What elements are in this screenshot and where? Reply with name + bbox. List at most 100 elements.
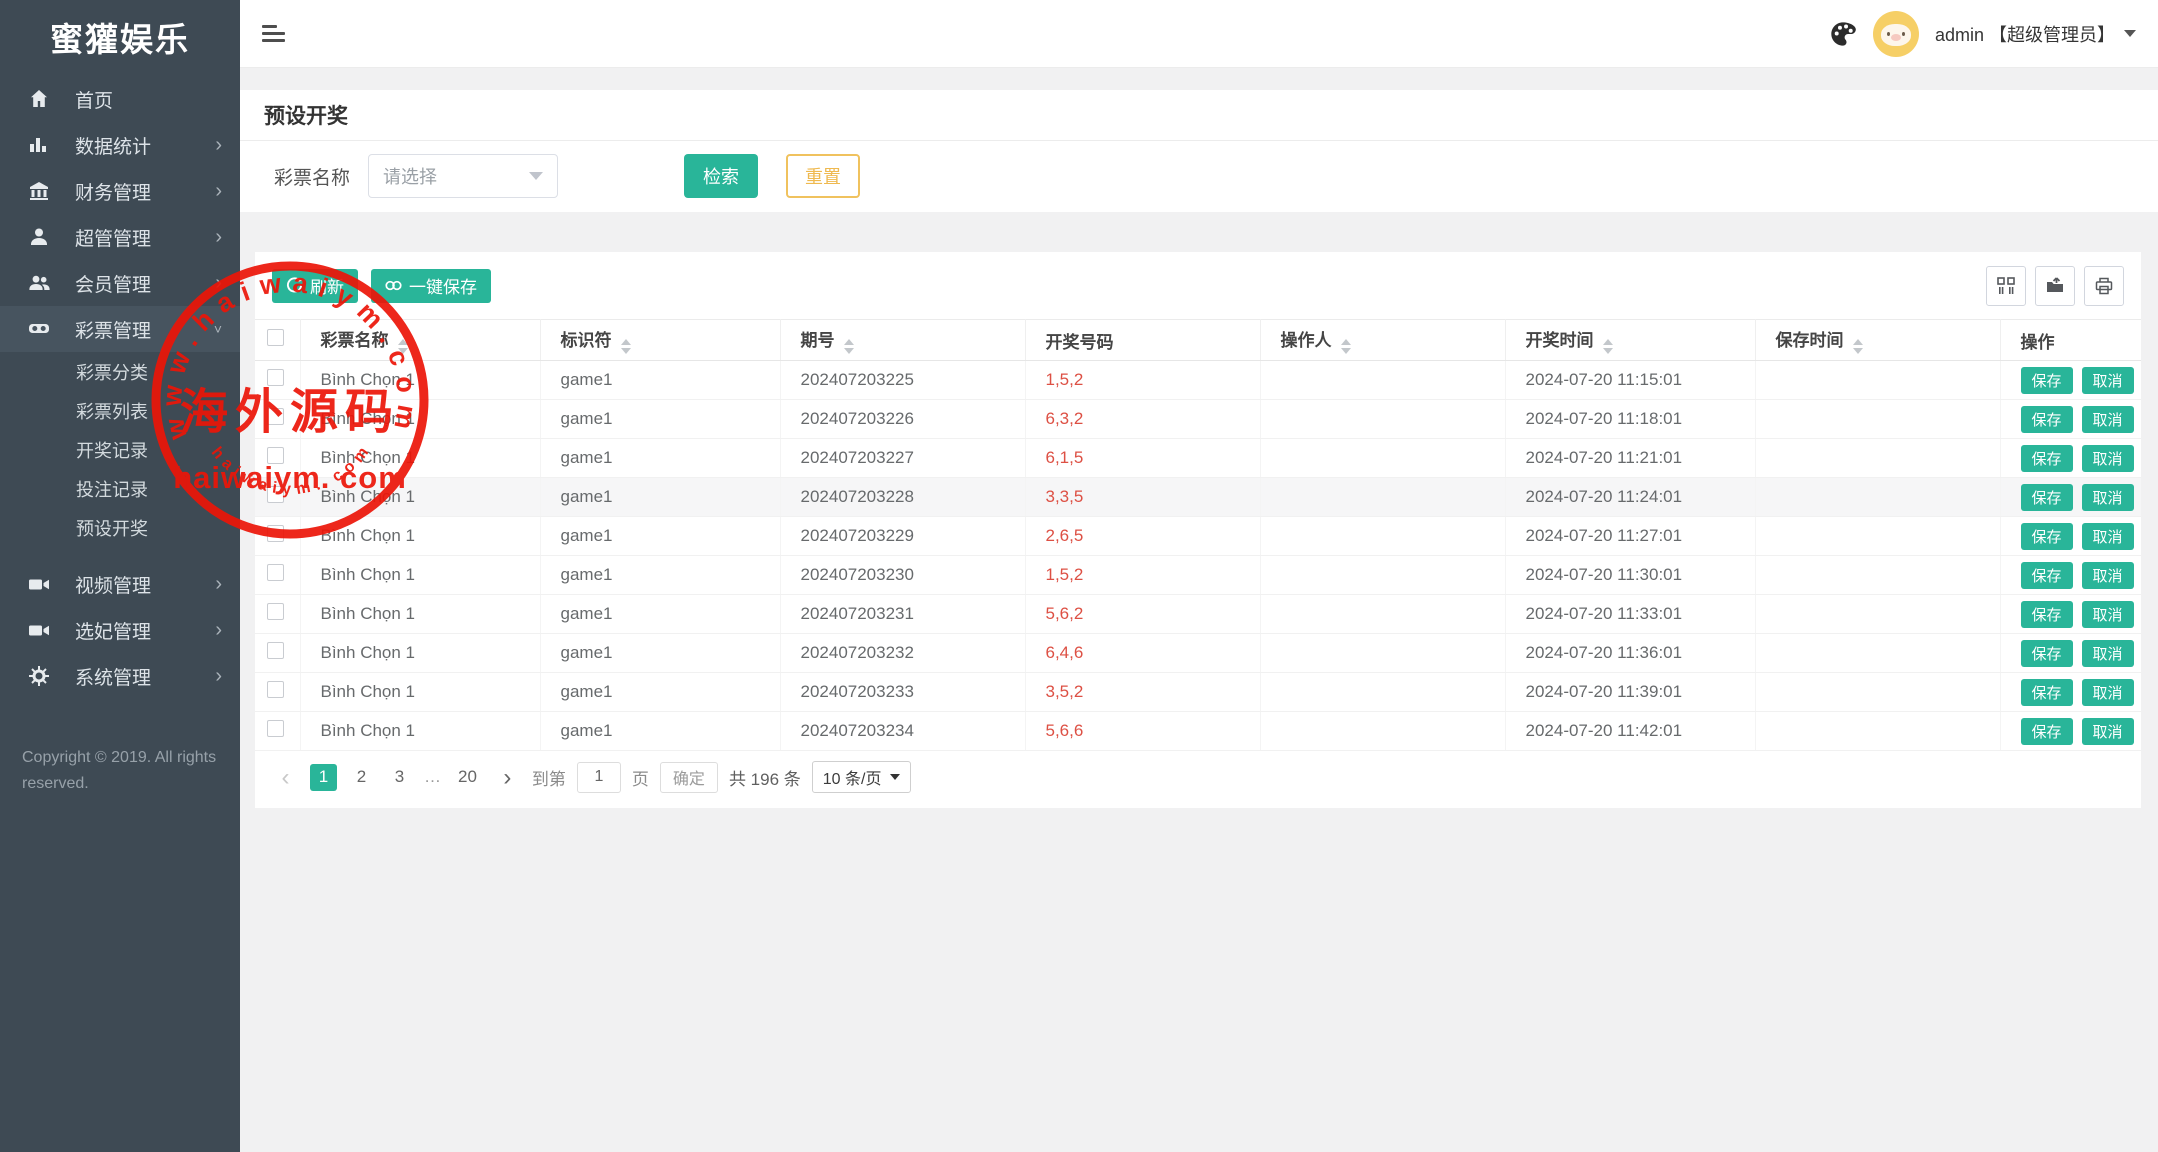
select-all-checkbox[interactable] bbox=[267, 329, 284, 346]
chevron-right-icon: › bbox=[215, 227, 222, 247]
sort-icon[interactable] bbox=[398, 339, 408, 354]
lottery-icon bbox=[28, 318, 50, 340]
row-checkbox[interactable] bbox=[267, 408, 284, 425]
row-save-button[interactable]: 保存 bbox=[2021, 523, 2073, 550]
cell-save-time bbox=[1755, 712, 2000, 751]
page-button-2[interactable]: 2 bbox=[348, 764, 375, 791]
row-save-button[interactable]: 保存 bbox=[2021, 679, 2073, 706]
row-checkbox[interactable] bbox=[267, 447, 284, 464]
row-save-button[interactable]: 保存 bbox=[2021, 562, 2073, 589]
user-menu[interactable]: admin 【超级管理员】 bbox=[1935, 21, 2136, 47]
row-checkbox[interactable] bbox=[267, 720, 284, 737]
sidebar-item-statistics[interactable]: 数据统计 › bbox=[0, 122, 240, 168]
sidebar-subitem-bet-records[interactable]: 投注记录 bbox=[0, 469, 240, 508]
sort-icon[interactable] bbox=[1341, 339, 1351, 354]
row-save-button[interactable]: 保存 bbox=[2021, 406, 2073, 433]
batch-save-button[interactable]: 一键保存 bbox=[371, 269, 491, 303]
refresh-button[interactable]: 刷新 bbox=[272, 269, 358, 303]
row-save-button[interactable]: 保存 bbox=[2021, 367, 2073, 394]
lottery-name-select[interactable]: 请选择 bbox=[368, 154, 558, 198]
col-header-save-time[interactable]: 保存时间 bbox=[1755, 320, 2000, 361]
cell-draw-numbers: 1,5,2 bbox=[1025, 556, 1260, 595]
subitem-label: 彩票列表 bbox=[76, 398, 148, 424]
table-row: Bình Chọn 1game12024072032315,6,22024-07… bbox=[255, 595, 2141, 634]
row-cancel-button[interactable]: 取消 bbox=[2082, 601, 2134, 628]
columns-toggle-button[interactable] bbox=[1986, 266, 2026, 306]
sidebar-item-system[interactable]: 系统管理 › bbox=[0, 653, 240, 699]
cell-actions: 保存取消 bbox=[2000, 673, 2141, 712]
cell-draw-numbers: 6,4,6 bbox=[1025, 634, 1260, 673]
col-header-identifier[interactable]: 标识符 bbox=[540, 320, 780, 361]
export-button[interactable] bbox=[2035, 266, 2075, 306]
sidebar-item-video[interactable]: 视频管理 › bbox=[0, 561, 240, 607]
row-cancel-button[interactable]: 取消 bbox=[2082, 445, 2134, 472]
row-checkbox-cell bbox=[255, 712, 300, 751]
row-checkbox[interactable] bbox=[267, 603, 284, 620]
row-cancel-button[interactable]: 取消 bbox=[2082, 718, 2134, 745]
sidebar-item-label: 数据统计 bbox=[75, 132, 151, 159]
row-checkbox[interactable] bbox=[267, 642, 284, 659]
total-count: 共 196 条 bbox=[729, 765, 801, 790]
cell-draw-time: 2024-07-20 11:27:01 bbox=[1505, 517, 1755, 556]
sidebar-item-label: 会员管理 bbox=[75, 270, 151, 297]
row-cancel-button[interactable]: 取消 bbox=[2082, 484, 2134, 511]
sidebar-toggle-icon[interactable] bbox=[262, 21, 288, 46]
row-cancel-button[interactable]: 取消 bbox=[2082, 406, 2134, 433]
row-checkbox[interactable] bbox=[267, 681, 284, 698]
row-checkbox[interactable] bbox=[267, 486, 284, 503]
search-button[interactable]: 检索 bbox=[684, 154, 758, 198]
row-save-button[interactable]: 保存 bbox=[2021, 445, 2073, 472]
sidebar-subitem-preset-draw[interactable]: 预设开奖 bbox=[0, 508, 240, 547]
row-checkbox[interactable] bbox=[267, 369, 284, 386]
sort-icon[interactable] bbox=[844, 339, 854, 354]
sidebar-item-home[interactable]: 首页 bbox=[0, 76, 240, 122]
sort-icon[interactable] bbox=[621, 339, 631, 354]
col-header-operator[interactable]: 操作人 bbox=[1260, 320, 1505, 361]
row-cancel-button[interactable]: 取消 bbox=[2082, 523, 2134, 550]
reset-button[interactable]: 重置 bbox=[786, 154, 860, 198]
row-checkbox[interactable] bbox=[267, 564, 284, 581]
sidebar-subitem-draw-records[interactable]: 开奖记录 bbox=[0, 430, 240, 469]
sidebar-subitem-lottery-list[interactable]: 彩票列表 bbox=[0, 391, 240, 430]
col-header-draw-time[interactable]: 开奖时间 bbox=[1505, 320, 1755, 361]
sidebar-item-concubine[interactable]: 选妃管理 › bbox=[0, 607, 240, 653]
page-button-3[interactable]: 3 bbox=[386, 764, 413, 791]
sort-icon[interactable] bbox=[1853, 339, 1863, 354]
sidebar-item-finance[interactable]: 财务管理 › bbox=[0, 168, 240, 214]
sidebar-item-superadmin[interactable]: 超管管理 › bbox=[0, 214, 240, 260]
cell-save-time bbox=[1755, 556, 2000, 595]
col-header-issue[interactable]: 期号 bbox=[780, 320, 1025, 361]
row-cancel-button[interactable]: 取消 bbox=[2082, 367, 2134, 394]
gear-icon bbox=[28, 665, 50, 687]
sidebar-item-lottery[interactable]: 彩票管理 ˅ bbox=[0, 306, 240, 352]
theme-palette-icon[interactable] bbox=[1829, 20, 1857, 48]
row-cancel-button[interactable]: 取消 bbox=[2082, 640, 2134, 667]
print-button[interactable] bbox=[2084, 266, 2124, 306]
sidebar-item-members[interactable]: 会员管理 › bbox=[0, 260, 240, 306]
cell-identifier: game1 bbox=[540, 556, 780, 595]
row-save-button[interactable]: 保存 bbox=[2021, 640, 2073, 667]
prev-page-button[interactable]: ‹ bbox=[272, 764, 299, 791]
goto-page-input[interactable] bbox=[577, 762, 621, 793]
page-size-select[interactable]: 10 条/页 bbox=[812, 761, 912, 793]
sort-icon[interactable] bbox=[1603, 339, 1613, 354]
row-save-button[interactable]: 保存 bbox=[2021, 484, 2073, 511]
row-cancel-button[interactable]: 取消 bbox=[2082, 679, 2134, 706]
row-checkbox[interactable] bbox=[267, 525, 284, 542]
cell-draw-numbers: 5,6,2 bbox=[1025, 595, 1260, 634]
page-button-1[interactable]: 1 bbox=[310, 764, 337, 791]
cell-operator bbox=[1260, 517, 1505, 556]
cell-issue: 202407203231 bbox=[780, 595, 1025, 634]
chevron-right-icon: › bbox=[215, 666, 222, 686]
goto-confirm-button[interactable]: 确定 bbox=[660, 762, 718, 793]
cell-identifier: game1 bbox=[540, 478, 780, 517]
col-header-lottery-name[interactable]: 彩票名称 bbox=[300, 320, 540, 361]
row-cancel-button[interactable]: 取消 bbox=[2082, 562, 2134, 589]
cell-draw-time: 2024-07-20 11:36:01 bbox=[1505, 634, 1755, 673]
avatar[interactable] bbox=[1873, 11, 1919, 57]
row-save-button[interactable]: 保存 bbox=[2021, 718, 2073, 745]
row-save-button[interactable]: 保存 bbox=[2021, 601, 2073, 628]
next-page-button[interactable]: › bbox=[494, 764, 521, 791]
sidebar-subitem-lottery-category[interactable]: 彩票分类 bbox=[0, 352, 240, 391]
page-button-20[interactable]: 20 bbox=[452, 764, 483, 791]
